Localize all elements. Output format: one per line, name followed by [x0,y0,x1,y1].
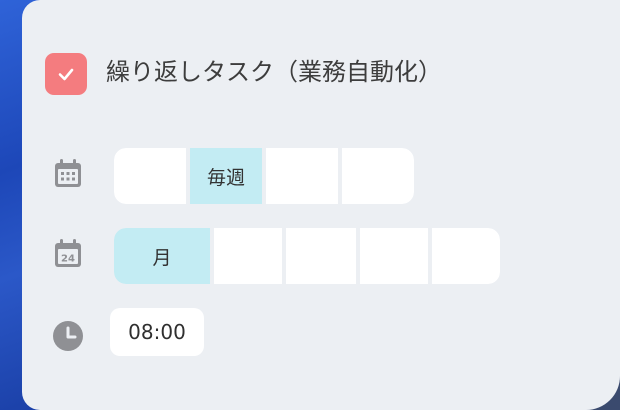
weekday-option[interactable] [432,228,500,284]
checkmark-icon [58,68,74,81]
time-field[interactable]: 08:00 [110,308,204,356]
frequency-selector: 毎週 [114,148,414,204]
clock-icon [53,321,83,351]
calendar-day-number: 24 [61,254,75,265]
calendar-date-icon: 24 [55,239,81,267]
weekday-option[interactable] [360,228,428,284]
frequency-option[interactable] [114,148,186,204]
task-title: 繰り返しタスク（業務自動化） [106,58,442,86]
frequency-option[interactable] [342,148,414,204]
weekday-selector: 月 [114,228,500,284]
calendar-grid-icon [55,159,81,187]
weekday-option[interactable] [214,228,282,284]
task-checkbox[interactable] [45,53,87,95]
frequency-option-weekly[interactable]: 毎週 [190,148,262,204]
repeat-task-card: 繰り返しタスク（業務自動化） 毎週 24 月 08:00 [22,0,620,410]
weekday-option-monday[interactable]: 月 [114,228,210,284]
weekday-option[interactable] [286,228,356,284]
frequency-option[interactable] [266,148,338,204]
